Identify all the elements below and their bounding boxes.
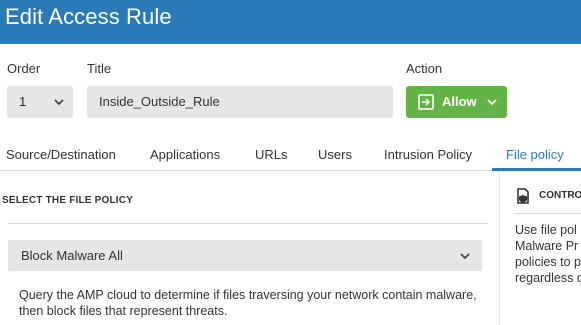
title-value: Inside_Outside_Rule: [99, 94, 220, 109]
title-label: Title: [87, 61, 112, 76]
file-policy-section-heading: SELECT THE FILE POLICY: [2, 195, 134, 206]
side-panel-text: Use file pol Malware Pr policies to p re…: [515, 222, 581, 286]
tab-intrusion-policy[interactable]: Intrusion Policy: [384, 147, 472, 162]
section-divider: [8, 223, 488, 224]
side-panel-line: Use file pol: [515, 223, 577, 237]
action-allow-button[interactable]: Allow: [406, 86, 507, 118]
dialog-header: Edit Access Rule: [0, 0, 581, 44]
chevron-down-icon: [486, 96, 498, 108]
action-allow-label: Allow: [442, 94, 477, 109]
tab-source-destination[interactable]: Source/Destination: [6, 147, 116, 162]
order-label: Order: [7, 61, 41, 76]
allow-arrow-icon: [418, 94, 434, 115]
dialog-title: Edit Access Rule: [5, 4, 172, 29]
tab-urls[interactable]: URLs: [255, 147, 288, 162]
tab-applications[interactable]: Applications: [150, 147, 220, 162]
order-select[interactable]: 1: [7, 86, 73, 118]
tab-file-policy[interactable]: File policy: [506, 147, 564, 162]
chevron-down-icon: [459, 250, 471, 262]
chevron-down-icon: [53, 96, 65, 108]
side-panel-line: policies to p: [515, 255, 581, 269]
order-value: 1: [19, 94, 27, 109]
file-policy-select[interactable]: Block Malware All: [8, 240, 482, 271]
rule-tabs: Source/Destination Applications URLs Use…: [0, 137, 581, 171]
file-policy-value: Block Malware All: [21, 248, 123, 263]
side-panel-line: Malware Pr: [515, 239, 579, 253]
active-tab-indicator: [492, 168, 581, 171]
side-panel-line: regardless o: [515, 271, 581, 285]
tab-users[interactable]: Users: [318, 147, 352, 162]
title-input[interactable]: Inside_Outside_Rule: [87, 86, 393, 118]
side-panel-divider: [514, 213, 581, 214]
side-panel-heading: CONTRO: [539, 190, 581, 201]
panel-divider: [499, 171, 500, 325]
action-label: Action: [406, 61, 443, 76]
file-shield-icon: [516, 188, 530, 209]
file-policy-description: Query the AMP cloud to determine if file…: [19, 288, 477, 318]
